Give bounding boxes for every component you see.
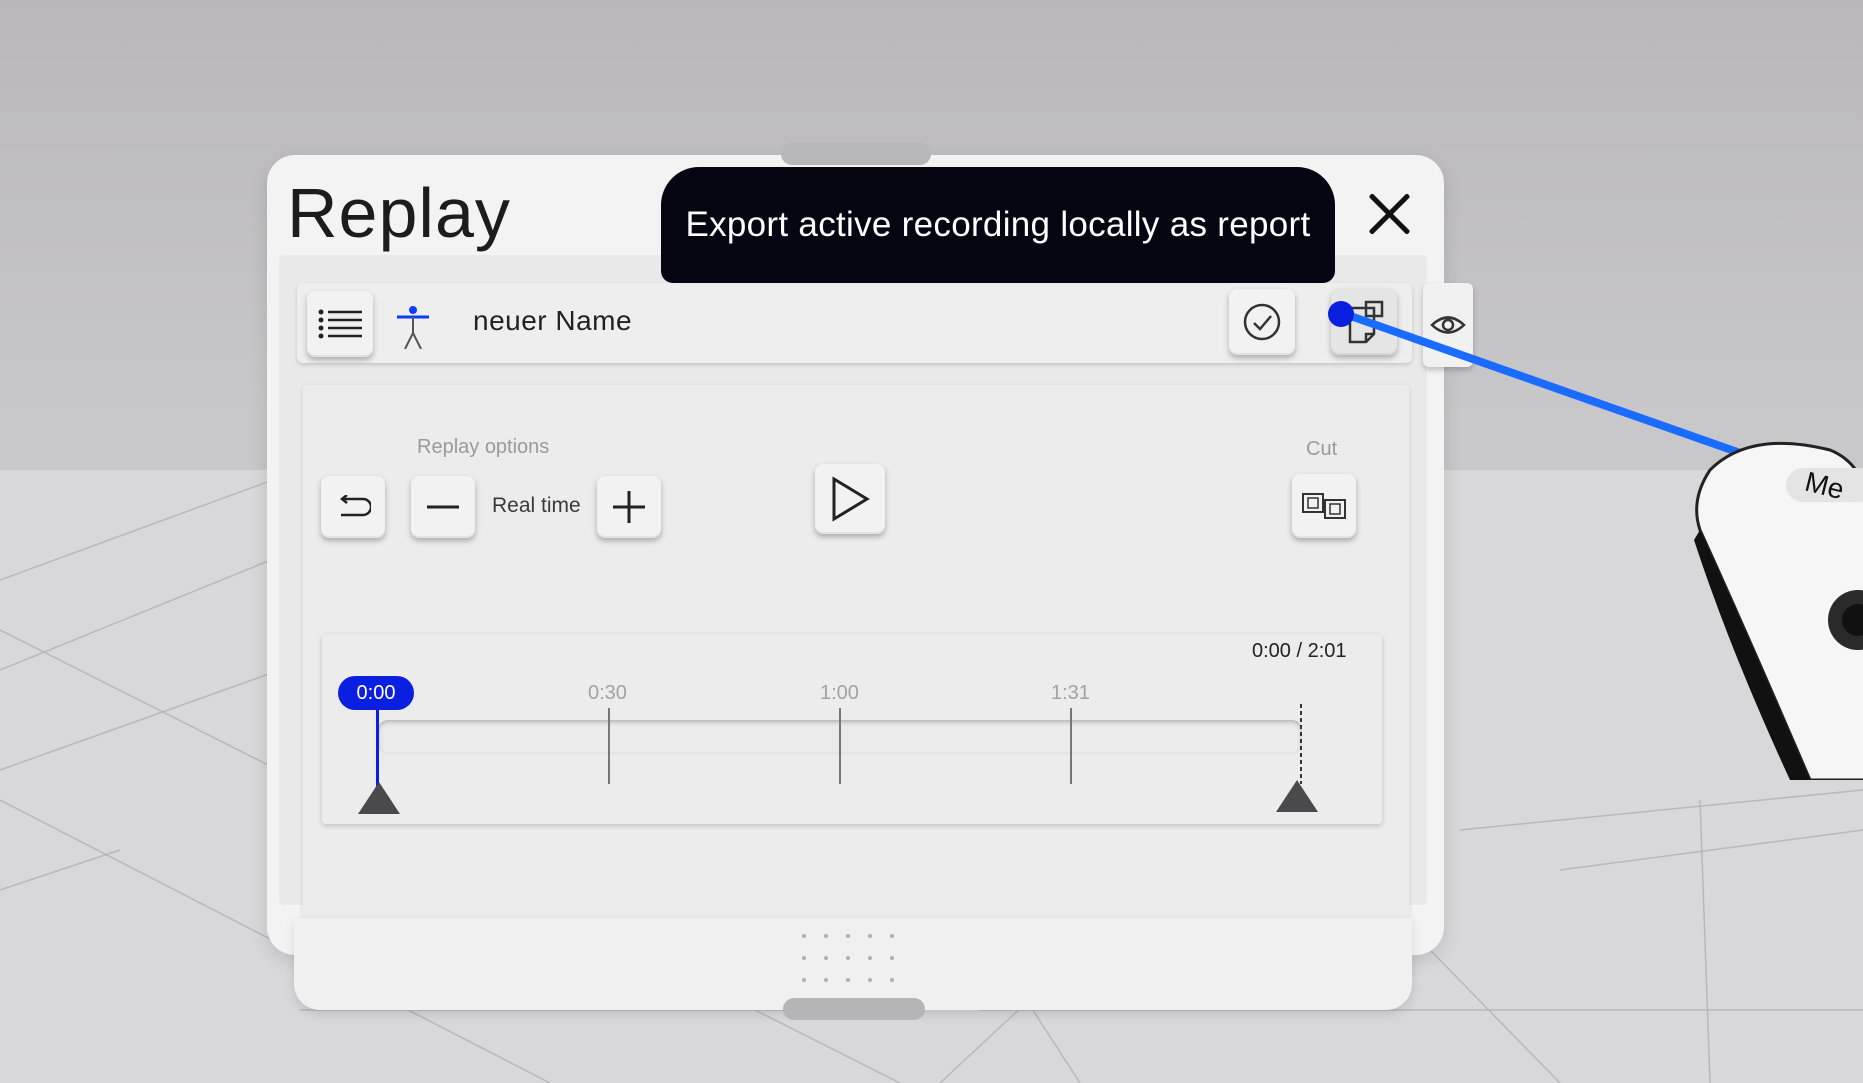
laser-pointer (1328, 301, 1764, 464)
